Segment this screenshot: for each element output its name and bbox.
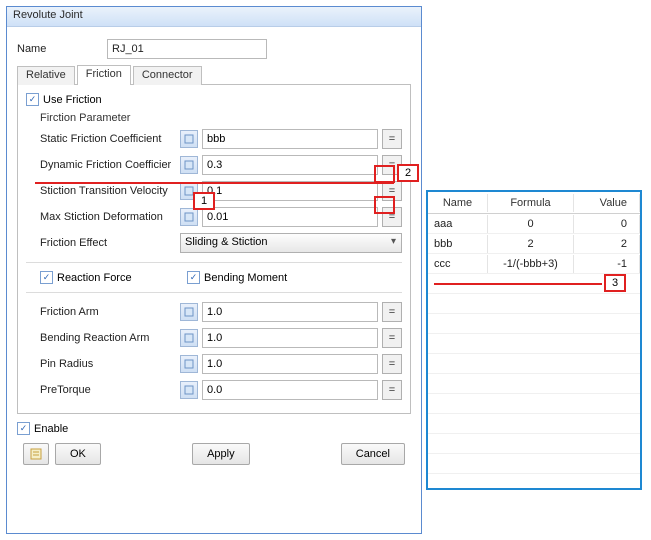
- static-coef-label: Static Friction Coefficient: [40, 133, 180, 145]
- bending-arm-label: Bending Reaction Arm: [40, 332, 180, 344]
- revolute-joint-dialog: Revolute Joint Name Relative Friction Co…: [6, 6, 422, 534]
- annotation-line: [35, 182, 394, 184]
- formula-table-popup: Name Formula Value aaa 0 0 bbb 2 2 ccc -…: [426, 190, 642, 490]
- friction-arm-formula-button[interactable]: [382, 302, 402, 322]
- param-icon[interactable]: [180, 355, 198, 373]
- friction-arm-label: Friction Arm: [40, 306, 180, 318]
- help-icon-button[interactable]: [23, 443, 49, 465]
- dynamic-coef-label: Dynamic Friction Coefficier: [40, 159, 180, 171]
- cell-formula: 2: [488, 235, 574, 253]
- annotation-box: [374, 196, 395, 214]
- name-input[interactable]: [107, 39, 267, 59]
- table-row[interactable]: aaa 0 0: [428, 214, 640, 234]
- reaction-force-checkbox[interactable]: [40, 271, 53, 284]
- annotation-box: [374, 165, 395, 183]
- friction-arm-input[interactable]: [202, 302, 378, 322]
- tab-relative[interactable]: Relative: [17, 66, 75, 85]
- max-def-input[interactable]: [202, 207, 378, 227]
- separator: [26, 262, 402, 263]
- col-value-header: Value: [574, 194, 640, 212]
- param-icon[interactable]: [180, 156, 198, 174]
- bending-moment-checkbox[interactable]: [187, 271, 200, 284]
- ok-button[interactable]: OK: [55, 443, 101, 465]
- table-row[interactable]: [428, 394, 640, 414]
- use-friction-label: Use Friction: [43, 94, 102, 106]
- dynamic-coef-input[interactable]: [202, 155, 378, 175]
- notebook-icon: [29, 447, 43, 461]
- pin-radius-input[interactable]: [202, 354, 378, 374]
- cell-name: aaa: [428, 215, 488, 233]
- static-coef-formula-button[interactable]: [382, 129, 402, 149]
- cell-formula: 0: [488, 215, 574, 233]
- col-name-header: Name: [428, 194, 488, 212]
- param-icon[interactable]: [180, 208, 198, 226]
- callout-1: 1: [193, 192, 215, 210]
- tab-friction[interactable]: Friction: [77, 65, 131, 85]
- friction-panel: Use Friction Firction Parameter Static F…: [17, 85, 411, 414]
- stiction-vel-label: Stiction Transition Velocity: [40, 185, 180, 197]
- cell-name: bbb: [428, 235, 488, 253]
- friction-effect-select[interactable]: Sliding & Stiction: [180, 233, 402, 253]
- col-formula-header: Formula: [488, 194, 574, 212]
- table-row[interactable]: [428, 374, 640, 394]
- stiction-vel-input[interactable]: [202, 181, 378, 201]
- apply-button[interactable]: Apply: [192, 443, 250, 465]
- table-row[interactable]: [428, 354, 640, 374]
- enable-label: Enable: [34, 423, 68, 435]
- pin-radius-label: Pin Radius: [40, 358, 180, 370]
- table-row[interactable]: [428, 294, 640, 314]
- param-icon[interactable]: [180, 329, 198, 347]
- static-coef-input[interactable]: [202, 129, 378, 149]
- tab-bar: Relative Friction Connector: [17, 65, 411, 85]
- bending-arm-input[interactable]: [202, 328, 378, 348]
- separator: [26, 292, 402, 293]
- cell-value: 0: [574, 215, 640, 233]
- param-icon[interactable]: [180, 130, 198, 148]
- table-row[interactable]: ccc -1/(-bbb+3) -1: [428, 254, 640, 274]
- table-row[interactable]: [428, 434, 640, 454]
- cell-value: -1: [574, 255, 640, 273]
- callout-2: 2: [397, 164, 419, 182]
- annotation-line: [434, 283, 602, 285]
- dialog-title: Revolute Joint: [7, 7, 421, 27]
- cell-name: ccc: [428, 255, 488, 273]
- table-row[interactable]: [428, 454, 640, 474]
- bending-arm-formula-button[interactable]: [382, 328, 402, 348]
- cell-formula: -1/(-bbb+3): [488, 255, 574, 273]
- table-row[interactable]: [428, 414, 640, 434]
- friction-parameter-title: Firction Parameter: [40, 112, 402, 124]
- max-def-label: Max Stiction Deformation: [40, 211, 180, 223]
- bending-moment-label: Bending Moment: [204, 272, 287, 284]
- param-icon[interactable]: [180, 303, 198, 321]
- cancel-button[interactable]: Cancel: [341, 443, 405, 465]
- pin-radius-formula-button[interactable]: [382, 354, 402, 374]
- table-row[interactable]: [428, 314, 640, 334]
- pretorque-input[interactable]: [202, 380, 378, 400]
- cell-value: 2: [574, 235, 640, 253]
- pretorque-formula-button[interactable]: [382, 380, 402, 400]
- friction-effect-label: Friction Effect: [40, 237, 180, 249]
- table-row[interactable]: [428, 334, 640, 354]
- name-label: Name: [17, 43, 107, 55]
- use-friction-checkbox[interactable]: [26, 93, 39, 106]
- pretorque-label: PreTorque: [40, 384, 180, 396]
- reaction-force-label: Reaction Force: [57, 272, 187, 284]
- table-row[interactable]: bbb 2 2: [428, 234, 640, 254]
- callout-3: 3: [604, 274, 626, 292]
- param-icon[interactable]: [180, 381, 198, 399]
- tab-connector[interactable]: Connector: [133, 66, 202, 85]
- enable-checkbox[interactable]: [17, 422, 30, 435]
